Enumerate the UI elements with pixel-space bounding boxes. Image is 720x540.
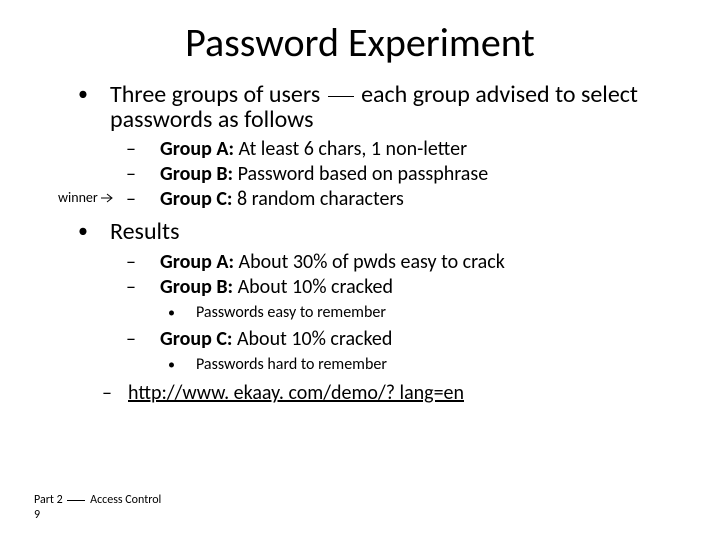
dash-icon: – [126, 188, 136, 211]
slide: Password Experiment • Three groups of us… [0, 0, 720, 540]
group-c: winner – Group C: 8 random characters [110, 188, 690, 211]
group-a: – Group A: At least 6 chars, 1 non-lette… [110, 138, 690, 161]
result-c-note: • Passwords hard to remember [160, 355, 690, 374]
slide-title: Password Experiment [0, 18, 720, 67]
bullet-dot: • [78, 84, 88, 105]
bullet-dot: • [78, 221, 88, 242]
slide-footer: Part 2 Access Control 9 [34, 493, 161, 522]
group-b-desc: Password based on passphrase [233, 162, 488, 186]
dash-icon: – [126, 163, 136, 186]
intro-bullet: • Three groups of users each group advis… [54, 82, 690, 132]
result-b-label: Group B: [160, 275, 233, 299]
results-label: Results [110, 217, 179, 246]
dash-icon: – [126, 138, 136, 161]
slide-body: • Three groups of users each group advis… [54, 82, 690, 407]
result-a-label: Group A: [160, 250, 234, 274]
group-a-label: Group A: [160, 137, 234, 161]
dash-icon: – [126, 328, 136, 351]
result-c-label: Group C: [160, 327, 232, 351]
group-b: – Group B: Password based on passphrase [110, 163, 690, 186]
result-c-note-text: Passwords hard to remember [196, 355, 387, 374]
group-c-label: Group C: [160, 187, 232, 211]
winner-text: winner [58, 189, 98, 206]
result-c-desc: About 10% cracked [232, 327, 392, 351]
bullet-dot: • [168, 305, 175, 322]
demo-link[interactable]: http://www. ekaay. com/demo/? lang=en [128, 381, 464, 405]
dash-icon: – [126, 251, 136, 274]
result-a-desc: About 30% of pwds easy to crack [234, 250, 505, 274]
footer-post: Access Control [90, 493, 161, 507]
footer-line1: Part 2 Access Control [34, 493, 161, 507]
group-b-label: Group B: [160, 162, 233, 186]
emdash-icon [67, 500, 85, 501]
footer-pre: Part 2 [34, 493, 63, 507]
result-b-note: • Passwords easy to remember [160, 303, 690, 322]
dash-icon: – [126, 276, 136, 299]
result-b-desc: About 10% cracked [233, 275, 393, 299]
group-a-desc: At least 6 chars, 1 non-letter [234, 137, 467, 161]
result-b-note-text: Passwords easy to remember [196, 303, 386, 322]
result-b: – Group B: About 10% cracked [110, 276, 690, 299]
arrow-right-icon [101, 191, 115, 207]
dash-icon: – [102, 382, 112, 405]
result-a: – Group A: About 30% of pwds easy to cra… [110, 251, 690, 274]
result-c: – Group C: About 10% cracked [110, 328, 690, 351]
emdash-icon [328, 96, 354, 97]
bullet-dot: • [168, 357, 175, 374]
link-line: – http://www. ekaay. com/demo/? lang=en [94, 382, 690, 405]
group-c-desc: 8 random characters [232, 187, 403, 211]
page-number: 9 [34, 508, 161, 522]
winner-annotation: winner [58, 190, 115, 207]
results-bullet: • Results [54, 219, 690, 244]
